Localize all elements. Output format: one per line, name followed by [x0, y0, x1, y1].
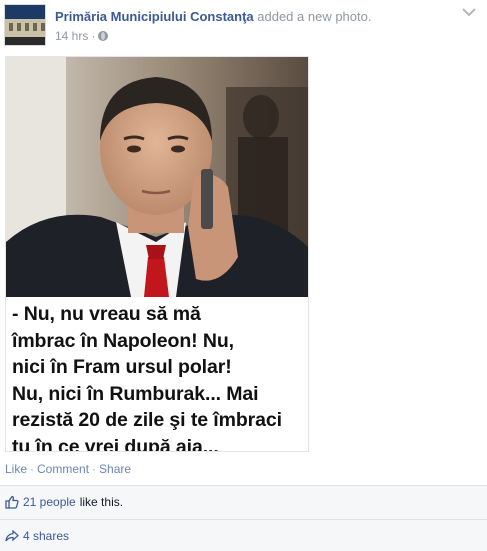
likes-count-link[interactable]: 21 people	[23, 495, 76, 509]
caption-line: nici în Fram ursul polar!	[12, 356, 232, 378]
header-line: Primăria Municipiului Constanţa added a …	[55, 9, 371, 24]
comment-link[interactable]: Comment	[37, 462, 89, 476]
share-link[interactable]: Share	[99, 462, 131, 476]
caption-line: tu în ce vrei după aia...	[12, 435, 219, 452]
caption-line: Nu, nici în Rumburak... Mai	[12, 382, 259, 405]
action-separator: ·	[30, 462, 35, 476]
photo-image	[6, 57, 308, 297]
post-header: Primăria Municipiului Constanţa added a …	[0, 0, 487, 50]
post-photo[interactable]: - Nu, nu vreau să mă îmbrac în Napoleon!…	[5, 56, 309, 452]
ufi-footer: 21 people like this. 4 shares	[0, 485, 487, 551]
avatar-building	[5, 19, 45, 39]
likes-suffix: like this.	[79, 495, 124, 509]
share-arrow-icon	[5, 529, 19, 541]
page-name-link[interactable]: Primăria Municipiului Constanţa	[55, 9, 254, 24]
post-action-text: added a new photo.	[257, 9, 372, 24]
post-timestamp[interactable]: 14 hrs	[55, 29, 88, 43]
caption-line: îmbrac în Napoleon! Nu,	[12, 329, 234, 352]
meta-separator: ·	[91, 29, 96, 43]
caption-line: - Nu, nu vreau să mă	[12, 303, 201, 325]
page-avatar[interactable]	[4, 4, 46, 46]
action-separator: ·	[92, 462, 97, 476]
avatar-band	[5, 37, 45, 45]
chevron-down-icon[interactable]	[462, 7, 476, 17]
post-meta: 14 hrs ·	[55, 29, 109, 43]
globe-icon[interactable]	[98, 31, 109, 41]
caption-line: rezistă 20 de zile şi te îmbraci	[12, 409, 282, 431]
likes-row: 21 people like this.	[0, 486, 487, 518]
like-link[interactable]: Like	[5, 462, 27, 476]
shares-row: 4 shares	[0, 519, 487, 551]
post-actions: Like · Comment · Share	[5, 462, 131, 476]
shares-count-link[interactable]: 4 shares	[23, 529, 69, 543]
photo-caption: - Nu, nu vreau să mă îmbrac în Napoleon!…	[6, 297, 308, 451]
thumbs-up-icon	[5, 495, 19, 509]
